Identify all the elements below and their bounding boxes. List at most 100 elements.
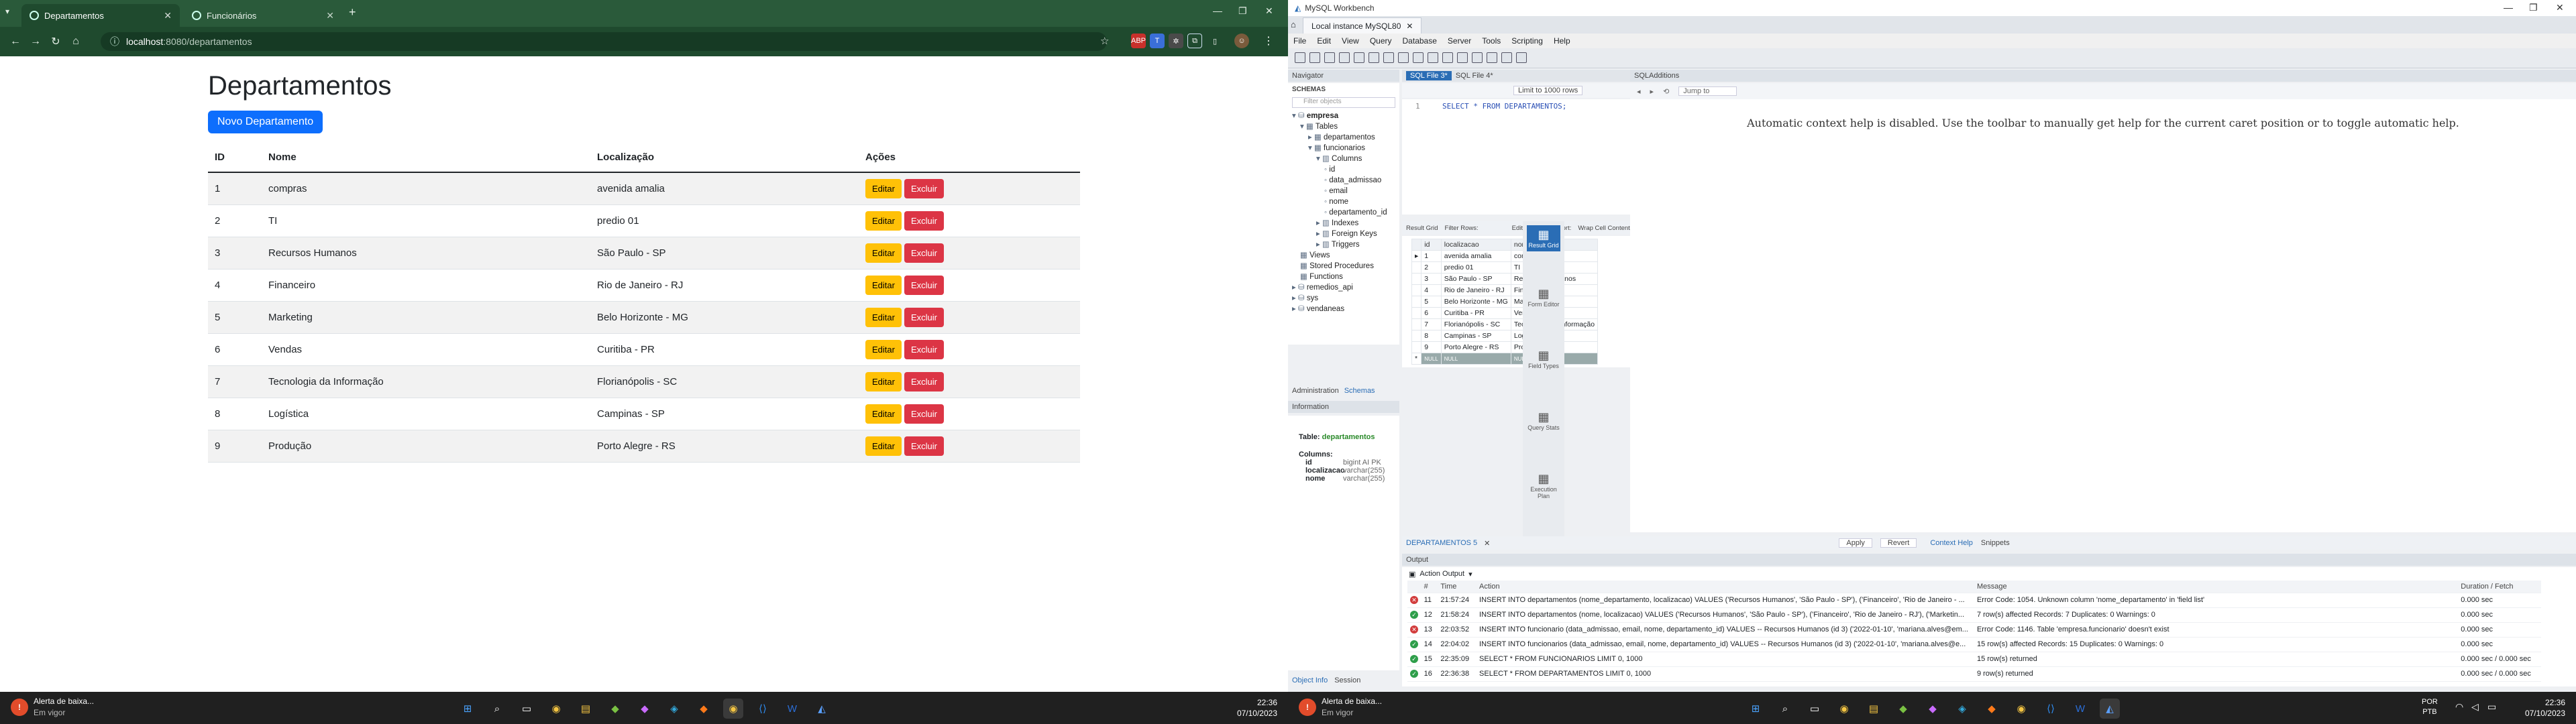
result-row[interactable]: 3São Paulo - SPRecursos Humanos xyxy=(1411,273,1599,285)
tab-result-departamentos[interactable]: DEPARTAMENTOS 5 xyxy=(1406,539,1477,547)
tree-item[interactable]: ◦ data_admissao xyxy=(1288,175,1399,186)
back-icon[interactable]: ◂ xyxy=(1637,87,1641,96)
weather-alert[interactable]: ! Alerta de baixa... Em vigor xyxy=(1299,696,1382,719)
tab-snippets[interactable]: Snippets xyxy=(1981,539,2010,547)
app-icon[interactable]: ◆ xyxy=(635,699,655,719)
tab-administration[interactable]: Administration xyxy=(1292,387,1339,395)
tab-sql-file-3[interactable]: SQL File 3* xyxy=(1406,71,1452,80)
start-icon[interactable]: ⊞ xyxy=(458,699,478,719)
side-view-button[interactable]: ▦ Execution Plan xyxy=(1527,472,1560,499)
tree-item[interactable]: ▦ Functions xyxy=(1288,272,1399,282)
toolbar-button-icon[interactable] xyxy=(1442,52,1453,63)
home-icon[interactable]: ⌂ xyxy=(1291,19,1296,29)
avatar[interactable]: ☺ xyxy=(1234,34,1249,48)
vscode-icon[interactable]: ⟨⟩ xyxy=(2041,699,2061,719)
result-cell[interactable]: Curitiba - PR xyxy=(1440,307,1511,319)
delete-button[interactable]: Excluir xyxy=(904,436,944,456)
tab-object-info[interactable]: Object Info xyxy=(1292,676,1328,684)
tab-session[interactable]: Session xyxy=(1334,676,1360,684)
jump-to-select[interactable]: Jump to xyxy=(1678,86,1737,96)
word-icon[interactable]: W xyxy=(782,699,802,719)
result-cell[interactable]: NULL xyxy=(1440,353,1511,365)
result-cell[interactable]: avenida amalia xyxy=(1440,250,1511,262)
toolbar-button-icon[interactable] xyxy=(1339,52,1350,63)
toolbar-button-icon[interactable] xyxy=(1472,52,1483,63)
tree-item[interactable]: ◦ departamento_id xyxy=(1288,207,1399,218)
toolbar-button-icon[interactable] xyxy=(1398,52,1409,63)
new-tab-button[interactable]: + xyxy=(349,5,356,19)
menu-item[interactable]: Query xyxy=(1370,36,1392,46)
toolbar-button-icon[interactable] xyxy=(1309,52,1320,63)
delete-button[interactable]: Excluir xyxy=(904,404,944,424)
tree-item[interactable]: ▸ ⛁ vendaneas xyxy=(1288,304,1399,314)
output-row[interactable]: ✓ 15 22:35:09 SELECT * FROM FUNCIONARIOS LI… xyxy=(1407,652,2541,667)
app-icon[interactable]: ◆ xyxy=(1893,699,1913,719)
delete-button[interactable]: Excluir xyxy=(904,178,944,198)
delete-button[interactable]: Excluir xyxy=(904,339,944,359)
new-department-button[interactable]: Novo Departamento xyxy=(208,111,323,133)
edit-button[interactable]: Editar xyxy=(865,178,902,198)
output-row[interactable]: ✓ 12 21:58:24 INSERT INTO departamentos (no… xyxy=(1407,607,2541,623)
side-view-button[interactable]: ▦ Field Types xyxy=(1527,349,1560,369)
result-cell[interactable]: 3 xyxy=(1421,273,1442,285)
minimize-icon[interactable]: — xyxy=(1213,5,1222,16)
tab-departamentos[interactable]: Departamentos ✕ xyxy=(21,4,180,27)
chrome-icon[interactable]: ◉ xyxy=(1834,699,1854,719)
filter-rows-label[interactable]: Filter Rows: xyxy=(1445,225,1479,232)
result-row[interactable]: 7Florianópolis - SCTecnologia da Informa… xyxy=(1411,318,1599,330)
side-view-button[interactable]: ▦ Form Editor xyxy=(1527,287,1560,308)
tree-item[interactable]: ◦ email xyxy=(1288,186,1399,196)
toolbar-button-icon[interactable] xyxy=(1428,52,1438,63)
menu-item[interactable]: Database xyxy=(1403,36,1437,46)
extensions-icon[interactable]: ⧉ xyxy=(1187,34,1202,48)
edit-button[interactable]: Editar xyxy=(865,339,902,359)
result-cell[interactable]: Belo Horizonte - MG xyxy=(1440,296,1511,308)
delete-button[interactable]: Excluir xyxy=(904,210,944,231)
toolbar-button-icon[interactable] xyxy=(1501,52,1512,63)
revert-button[interactable]: Revert xyxy=(1880,538,1917,548)
file-explorer-icon[interactable]: ▤ xyxy=(576,699,596,719)
apply-button[interactable]: Apply xyxy=(1839,538,1872,548)
tree-item[interactable]: ▾ ▥ Columns xyxy=(1288,154,1399,164)
side-view-button[interactable]: ▦ Query Stats xyxy=(1527,410,1560,431)
file-explorer-icon[interactable]: ▤ xyxy=(1864,699,1884,719)
task-view-icon[interactable]: ▭ xyxy=(517,699,537,719)
language-indicator[interactable]: POR PTB xyxy=(2422,697,2438,717)
tree-item[interactable]: ▸ ▥ Indexes xyxy=(1288,218,1399,229)
menu-item[interactable]: Help xyxy=(1554,36,1570,46)
menu-item[interactable]: Tools xyxy=(1482,36,1501,46)
side-view-button[interactable]: ▦ Result Grid xyxy=(1527,225,1560,251)
tree-item[interactable]: ▾ ▦ Tables xyxy=(1288,121,1399,132)
chrome-active-icon[interactable]: ◉ xyxy=(723,699,743,719)
toolbar-button-icon[interactable] xyxy=(1457,52,1468,63)
limit-select[interactable]: Limit to 1000 rows xyxy=(1513,86,1583,95)
app-icon[interactable]: ◆ xyxy=(605,699,625,719)
tab-sql-file-4[interactable]: SQL File 4* xyxy=(1452,71,1497,80)
output-row[interactable]: ✕ 11 21:57:24 INSERT INTO departamentos (no… xyxy=(1407,593,2541,608)
result-row[interactable]: 4Rio de Janeiro - RJFinanceiro xyxy=(1411,284,1599,296)
edit-button[interactable]: Editar xyxy=(865,275,902,295)
tree-item[interactable]: ▦ Stored Procedures xyxy=(1288,261,1399,272)
toolbar-button-icon[interactable] xyxy=(1383,52,1394,63)
edit-button[interactable]: Editar xyxy=(865,371,902,391)
result-row[interactable]: 5Belo Horizonte - MGMarketing xyxy=(1411,296,1599,308)
close-icon[interactable]: ✕ xyxy=(326,10,334,21)
tab-context-help[interactable]: Context Help xyxy=(1930,539,1973,547)
translate-extension-icon[interactable]: T xyxy=(1150,34,1165,48)
chrome-icon[interactable]: ◉ xyxy=(546,699,566,719)
help-toggle-icon[interactable]: ⟲ xyxy=(1663,87,1669,96)
task-view-icon[interactable]: ▭ xyxy=(1805,699,1825,719)
result-cell[interactable]: 6 xyxy=(1421,307,1442,319)
app-icon[interactable]: ◆ xyxy=(1982,699,2002,719)
workbench-active-icon[interactable]: ◭ xyxy=(2100,699,2120,719)
tree-item[interactable]: ◦ nome xyxy=(1288,196,1399,207)
tree-item[interactable]: ◦ id xyxy=(1288,164,1399,175)
tree-item[interactable]: ▦ Views xyxy=(1288,250,1399,261)
delete-button[interactable]: Excluir xyxy=(904,243,944,263)
result-row[interactable]: 8Campinas - SPLogística xyxy=(1411,330,1599,342)
close-icon[interactable]: ✕ xyxy=(1406,21,1413,31)
result-row[interactable]: 2 predio 01 TI xyxy=(1411,261,1599,274)
forward-icon[interactable]: ▸ xyxy=(1650,87,1654,96)
site-info-icon[interactable]: ⓘ xyxy=(110,35,119,48)
start-icon[interactable]: ⊞ xyxy=(1746,699,1766,719)
